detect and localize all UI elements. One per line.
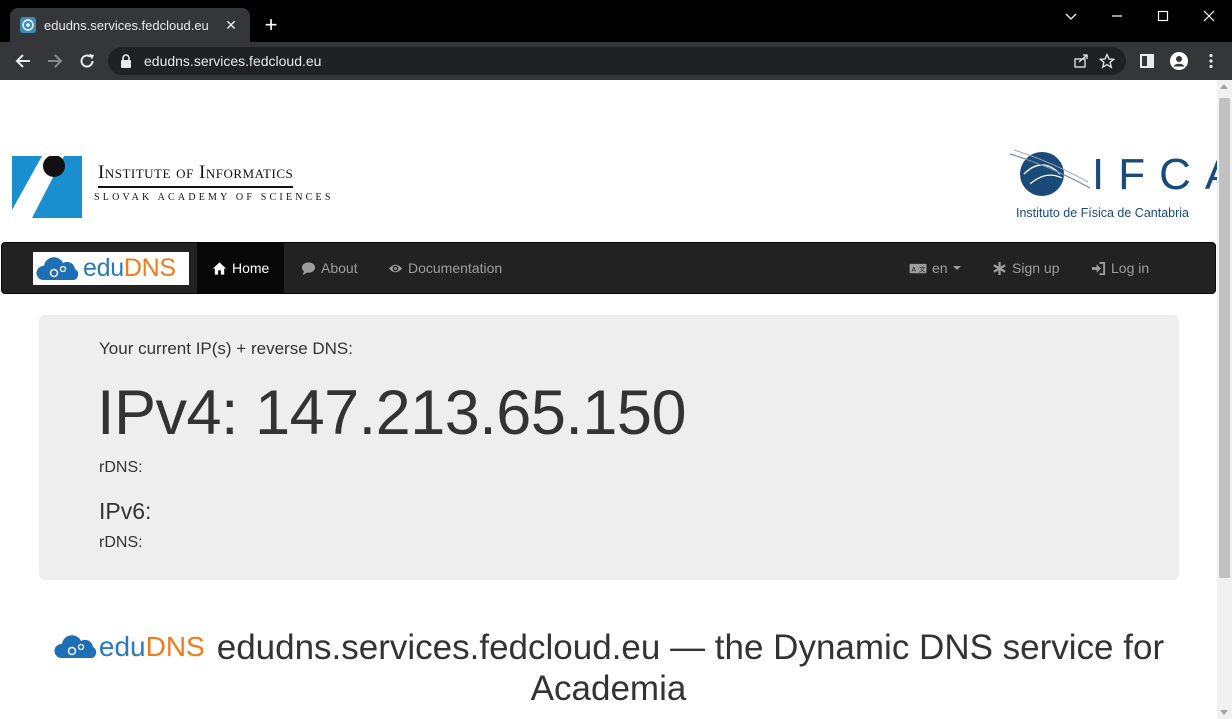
bookmark-star-icon[interactable]: [1094, 48, 1120, 74]
close-window-button[interactable]: [1186, 0, 1232, 32]
maximize-window-button[interactable]: [1140, 0, 1186, 32]
brand-dns-text: DNS: [123, 254, 176, 282]
home-icon: [212, 261, 227, 275]
heading-edudns-logo: eduDNS: [53, 627, 205, 666]
svg-text:文: 文: [919, 264, 926, 273]
language-icon: A文: [909, 263, 927, 273]
log-in-label: Log in: [1111, 260, 1150, 276]
ipv4-rdns: rDNS:: [99, 459, 143, 476]
ii-logo-subtitle: SLOVAK ACADEMY OF SCIENCES: [94, 192, 334, 203]
ii-sas-logo-icon: [12, 156, 82, 218]
url-text: edudns.services.fedcloud.eu: [144, 53, 322, 69]
ipv6-rdns: rDNS:: [99, 534, 143, 551]
caret-down-icon: [952, 266, 961, 270]
nav-sign-up[interactable]: Sign up: [977, 243, 1074, 293]
lock-icon: [121, 54, 131, 68]
language-dropdown[interactable]: A文 en: [894, 243, 976, 293]
nav-documentation[interactable]: Documentation: [373, 243, 517, 293]
ifca-globe-icon: [1010, 149, 1090, 196]
back-button[interactable]: [10, 48, 36, 74]
new-tab-button[interactable]: +: [258, 12, 284, 38]
ifca-letters: IFCA: [1092, 150, 1232, 199]
heading-brand-text: eduDNS: [99, 627, 205, 666]
browser-tab[interactable]: edudns.services.fedcloud.eu ✕: [10, 8, 250, 42]
forward-button[interactable]: [42, 48, 68, 74]
browser-menu-icon[interactable]: [1198, 48, 1224, 74]
login-icon: [1091, 261, 1106, 275]
brand-edu-text: edu: [83, 254, 124, 282]
nav-home-label: Home: [232, 260, 270, 276]
ii-logo-name: Institute of Informatics: [98, 162, 294, 188]
scrollbar-thumb[interactable]: [1219, 98, 1230, 578]
browser-tabstrip: edudns.services.fedcloud.eu ✕ +: [0, 0, 1232, 42]
language-label: en: [932, 260, 948, 276]
eye-icon: [388, 264, 403, 272]
main-navbar: eduDNS Home About Documentation A文 en Si…: [1, 242, 1216, 294]
address-bar[interactable]: edudns.services.fedcloud.eu: [108, 47, 1126, 75]
minimize-window-button[interactable]: [1094, 0, 1140, 32]
brand-text: eduDNS: [83, 254, 176, 283]
ipv6-address: IPv6:: [99, 498, 152, 524]
scroll-down-arrow-icon[interactable]: [1220, 710, 1228, 715]
reload-button[interactable]: [74, 48, 100, 74]
share-icon[interactable]: [1068, 48, 1094, 74]
page-heading: eduDNS edudns.services.fedcloud.eu — the…: [0, 628, 1217, 708]
ip-lead-text: Your current IP(s) + reverse DNS:: [99, 339, 353, 358]
ifca-subtitle: Instituto de Física de Cantabria: [1016, 206, 1190, 220]
page-viewport: Institute of Informatics SLOVAK ACADEMY …: [0, 80, 1232, 719]
ipv4-address: IPv4: 147.213.65.150: [97, 378, 687, 448]
profile-avatar-icon[interactable]: [1166, 48, 1192, 74]
institute-of-informatics-logo: Institute of Informatics SLOVAK ACADEMY …: [12, 156, 362, 218]
ip-info-panel: Your current IP(s) + reverse DNS: IPv4: …: [39, 315, 1179, 580]
sign-up-label: Sign up: [1012, 260, 1060, 276]
tab-close-icon[interactable]: ✕: [222, 16, 240, 34]
browser-toolbar: edudns.services.fedcloud.eu: [0, 42, 1232, 80]
page-scrollbar[interactable]: [1217, 80, 1232, 719]
nav-log-in[interactable]: Log in: [1076, 243, 1164, 293]
scroll-up-arrow-icon[interactable]: [1220, 84, 1228, 89]
nav-home[interactable]: Home: [197, 243, 285, 293]
heading-text: edudns.services.fedcloud.eu — the Dynami…: [216, 628, 1165, 709]
edudns-brand-link[interactable]: eduDNS: [33, 252, 189, 285]
nav-documentation-label: Documentation: [408, 260, 503, 276]
site-favicon-icon: [20, 17, 36, 33]
comment-icon: [301, 261, 316, 275]
nav-about[interactable]: About: [286, 243, 373, 293]
edudns-cloud-logo-icon: [54, 634, 97, 658]
asterisk-icon: [993, 261, 1006, 275]
edudns-cloud-logo-icon: [36, 256, 79, 280]
side-panel-icon[interactable]: [1134, 48, 1160, 74]
tab-search-chevron-icon[interactable]: [1048, 0, 1094, 32]
nav-about-label: About: [321, 260, 358, 276]
svg-text:A: A: [911, 265, 916, 273]
heading-brand-dns: DNS: [145, 631, 205, 663]
ifca-logo: IFCA Instituto de Física de Cantabria: [1010, 148, 1232, 228]
heading-brand-edu: edu: [98, 631, 146, 663]
tab-title: edudns.services.fedcloud.eu: [44, 17, 209, 33]
